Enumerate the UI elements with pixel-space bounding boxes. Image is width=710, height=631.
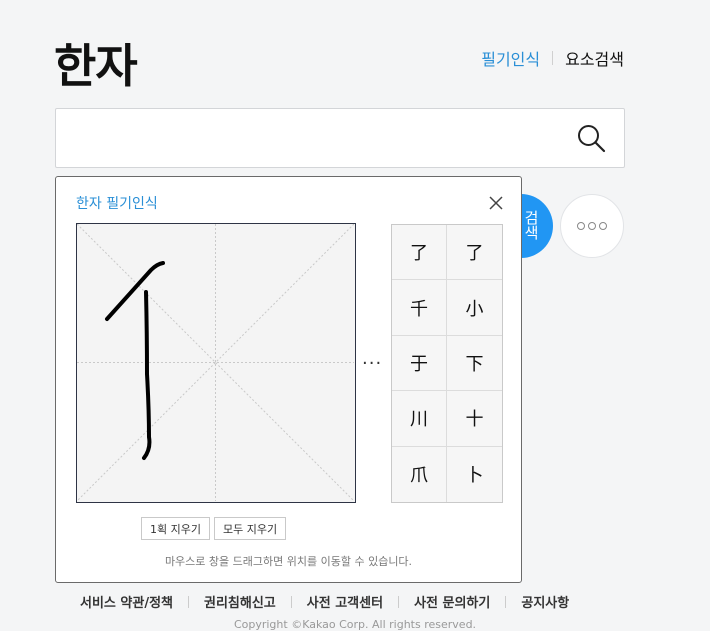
- footer-divider: [188, 595, 189, 608]
- more-candidates-button[interactable]: ···: [362, 353, 382, 374]
- more-icon-dot: [599, 222, 607, 230]
- handwriting-link[interactable]: 필기인식: [481, 46, 540, 70]
- close-icon[interactable]: [488, 195, 504, 211]
- footer-link-report[interactable]: 권리침해신고: [204, 592, 276, 611]
- clear-all-button[interactable]: 모두 지우기: [213, 517, 287, 540]
- drag-hint-text: 마우스로 창을 드래그하면 위치를 이동할 수 있습니다.: [164, 555, 413, 568]
- handwriting-panel-title: 한자 필기인식: [76, 196, 158, 212]
- copyright-text: Copyright ©Kakao Corp. All rights reserv…: [233, 618, 477, 631]
- footer-link-terms[interactable]: 서비스 약관/정책: [80, 592, 173, 611]
- candidate-character[interactable]: 于: [392, 335, 447, 392]
- search-submit-label: 검색: [522, 210, 540, 240]
- footer-divider: [398, 595, 400, 608]
- candidate-character[interactable]: 了: [447, 225, 502, 281]
- candidate-character[interactable]: 卜: [447, 446, 502, 502]
- link-divider: [552, 51, 554, 65]
- candidate-character[interactable]: 小: [447, 280, 502, 336]
- footer-link-support[interactable]: 사전 고객센터: [307, 592, 383, 611]
- canvas-controls: 1획 지우기 모두 지우기: [141, 517, 287, 540]
- footer-links: 서비스 약관/정책 권리침해신고 사전 고객센터 사전 문의하기 공지사항: [80, 592, 569, 611]
- ink-stroke: [105, 261, 165, 321]
- component-search-link[interactable]: 요소검색: [565, 46, 624, 70]
- candidate-character[interactable]: 爪: [392, 446, 447, 502]
- more-options-button[interactable]: [560, 194, 624, 258]
- top-links: 필기인식 요소검색: [481, 46, 624, 70]
- footer-divider: [505, 595, 507, 608]
- search-input[interactable]: [70, 121, 554, 157]
- undo-stroke-button[interactable]: 1획 지우기: [141, 517, 210, 540]
- more-icon-dot: [588, 222, 596, 230]
- page-title: 한자: [54, 39, 138, 93]
- handwriting-canvas[interactable]: [76, 223, 356, 503]
- search-box: [55, 108, 625, 168]
- candidate-character[interactable]: 千: [392, 280, 447, 336]
- handwriting-panel[interactable]: 한자 필기인식 ··· 了 了 千 小 于 下 川 十 爪 卜 1획 지우기 모…: [55, 176, 522, 583]
- canvas-guide-lines: [77, 224, 354, 501]
- footer-link-notice[interactable]: 공지사항: [521, 592, 569, 611]
- candidate-character[interactable]: 川: [392, 391, 447, 447]
- footer-link-inquiry[interactable]: 사전 문의하기: [414, 592, 490, 611]
- candidate-grid: 了 了 千 小 于 下 川 十 爪 卜: [391, 224, 503, 503]
- candidate-character[interactable]: 了: [392, 225, 447, 281]
- search-icon[interactable]: [576, 123, 606, 153]
- candidate-character[interactable]: 下: [447, 335, 502, 392]
- ink-stroke: [142, 290, 152, 460]
- footer-divider: [290, 595, 292, 608]
- more-icon-dot: [577, 222, 585, 230]
- candidate-character[interactable]: 十: [447, 391, 502, 447]
